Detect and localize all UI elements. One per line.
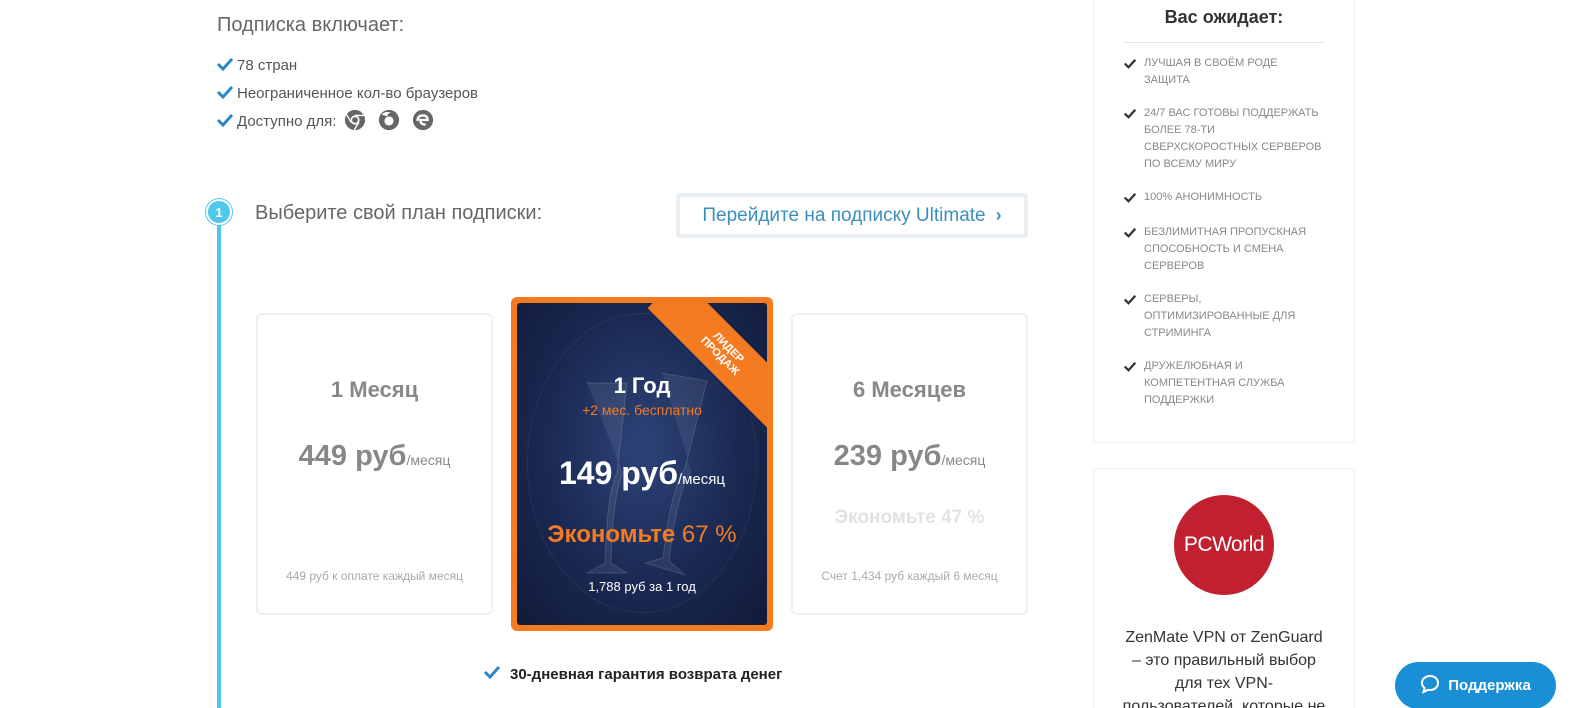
plan-price: 449 руб/месяц [258,440,491,473]
include-item-available: Доступно для: [217,107,478,135]
divider [1124,42,1324,43]
check-icon [1123,224,1144,243]
plan-card-1-month[interactable]: 1 Месяц 449 руб/месяц 449 руб к оплате к… [256,313,493,615]
plan-savings: Экономьте 47 % [834,507,985,528]
benefit-item: 24/7 вас готовы поддержать более 78-ти с… [1123,105,1324,173]
check-icon [483,665,501,683]
include-item: Неограниченное кол-во браузеров [217,79,478,107]
ultimate-button-label: Перейдите на подписку Ultimate [702,204,986,226]
pcworld-logo: PCWorld [1174,495,1274,595]
plan-name: 1 Месяц [330,377,419,402]
check-icon [1123,189,1144,208]
plan-billing-note: 449 руб к оплате каждый месяц [286,569,463,583]
plan-price-period: /месяц [941,452,986,468]
firefox-icon [378,109,402,133]
benefit-item: Безлимитная пропускная способность и сме… [1123,224,1324,275]
available-label: Доступно для: [237,112,337,130]
plan-bonus: +2 мес. бесплатно [582,402,702,418]
benefit-label: 100% анонимность [1144,191,1263,203]
money-back-guarantee: 30-дневная гарантия возврата денег [483,665,783,683]
benefit-item: Серверы, оптимизированные для стриминга [1123,291,1324,342]
plan-billing-note: 1,788 руб за 1 год [588,579,696,594]
check-icon [217,57,235,73]
plan-name: 6 Месяцев [853,377,966,402]
plan-card-1-year[interactable]: Лидер продаж 1 Год +2 мес. бесплатно 149… [511,297,773,631]
review-panel: PCWorld ZenMate VPN от ZenGuard – это пр… [1093,468,1355,708]
browser-icons [344,109,436,133]
chevron-right-icon: › [995,205,1002,225]
edge-icon [412,109,436,133]
check-icon [217,113,235,129]
plan-name: 1 Год [613,373,671,398]
support-chat-button[interactable]: Поддержка [1395,662,1556,708]
check-icon [1123,55,1144,74]
include-item-label: Неограниченное кол-во браузеров [237,84,479,102]
go-to-ultimate-button[interactable]: Перейдите на подписку Ultimate › [676,193,1028,238]
plan-savings-label: Экономьте [547,521,676,548]
plan-savings-value: 67 % [681,521,737,548]
benefit-label: 24/7 вас готовы поддержать более 78-ти с… [1144,107,1322,170]
benefit-label: Дружелюбная и компетентная служба поддер… [1144,360,1285,406]
benefit-label: Серверы, оптимизированные для стриминга [1144,293,1296,339]
benefits-list: Лучшая в своём роде защита 24/7 вас гото… [1123,55,1324,425]
guarantee-label: 30-дневная гарантия возврата денег [510,665,783,683]
step-title: Выберите свой план подписки: [255,202,543,224]
benefits-title: Вас ожидает: [1164,7,1284,27]
plan-price-value: 449 руб [298,440,407,472]
step-timeline-line [217,222,221,708]
benefits-panel: Вас ожидает: Лучшая в своём роде защита … [1093,0,1355,443]
include-item: 78 стран [217,51,478,79]
check-icon [1123,105,1144,124]
chat-bubble-icon [1420,674,1440,698]
include-item-label: 78 стран [237,56,298,74]
plan-billing-note: Счет 1,434 руб каждый 6 месяц [821,569,998,583]
check-icon [1123,291,1144,310]
plan-price-value: 149 руб [558,455,678,491]
plan-price-period: /месяц [677,471,725,488]
plan-price: 239 руб/месяц [793,440,1026,473]
step-number-badge: 1 [206,199,232,225]
benefit-label: Лучшая в своём роде защита [1144,57,1278,86]
subscription-includes: Подписка включает: 78 стран Неограниченн… [217,14,478,135]
includes-title: Подписка включает: [217,14,405,36]
plan-price: 149 руб/месяц [517,455,767,492]
plan-savings: Экономьте 67 % [517,521,767,549]
check-icon [1123,358,1144,377]
plan-card-6-months[interactable]: 6 Месяцев 239 руб/месяц Экономьте 47 % С… [791,313,1028,615]
check-icon [217,85,235,101]
plan-price-value: 239 руб [833,440,942,472]
plan-price-period: /месяц [406,452,451,468]
benefit-item: 100% анонимность [1123,189,1324,208]
support-label: Поддержка [1448,677,1531,694]
review-text: ZenMate VPN от ZenGuard – это правильный… [1122,629,1326,708]
benefit-item: Лучшая в своём роде защита [1123,55,1324,89]
chrome-icon [344,109,368,133]
benefit-label: Безлимитная пропускная способность и сме… [1144,226,1307,272]
benefit-item: Дружелюбная и компетентная служба поддер… [1123,358,1324,409]
plan-featured-background: Лидер продаж 1 Год +2 мес. бесплатно 149… [517,303,767,625]
